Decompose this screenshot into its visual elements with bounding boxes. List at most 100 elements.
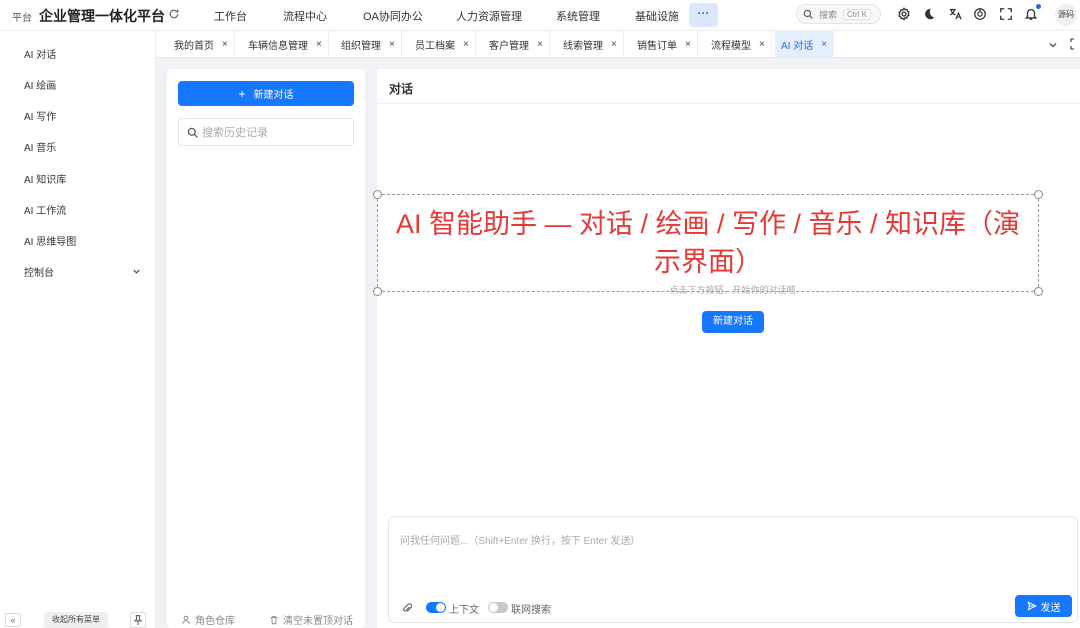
sidebar-item-ai-writing[interactable]: AI 写作 [24, 108, 56, 123]
divider [377, 103, 1080, 104]
send-label: 发送 [1040, 602, 1061, 614]
tab-bar: 我的首页 × 车辆信息管理 × 组织管理 × 员工档案 × 客户管理 × 线索管理 × 销售… [156, 31, 1080, 58]
send-icon [1026, 601, 1037, 611]
tab-employee[interactable]: 员工档案 × [409, 31, 476, 58]
search-icon [803, 9, 813, 19]
toggle-knob [489, 603, 498, 612]
history-search-input[interactable]: 搜索历史记录 [178, 118, 354, 146]
theme-icon[interactable] [973, 7, 987, 21]
nav-workbench[interactable]: 工作台 [214, 8, 247, 24]
sidebar-item-ai-knowledge[interactable]: AI 知识库 [24, 171, 66, 186]
user-icon [182, 615, 190, 624]
resize-handle-top-left[interactable] [373, 190, 382, 199]
nav-oa[interactable]: OA协同办公 [363, 8, 423, 24]
translate-icon[interactable] [948, 7, 962, 21]
context-label: 上下文 [449, 605, 479, 616]
overlay-text-box[interactable]: AI 智能助手 — 对话 / 绘画 / 写作 / 音乐 / 知识库（演示界面） [373, 190, 1043, 296]
resize-handle-bottom-right[interactable] [1034, 287, 1043, 296]
new-conversation-button[interactable]: + 新建对话 [178, 81, 354, 106]
nav-hr[interactable]: 人力资源管理 [456, 8, 522, 24]
nav-more-button[interactable]: ··· [689, 3, 718, 27]
chat-title: 对话 [389, 82, 414, 96]
expand-icon[interactable] [1070, 38, 1080, 50]
tab-ai-chat[interactable]: AI 对话 × [775, 31, 835, 58]
sidebar-item-console[interactable]: 控制台 [24, 264, 54, 279]
resize-handle-top-right[interactable] [1034, 190, 1043, 199]
notification-dot [1036, 4, 1041, 9]
refresh-icon[interactable] [168, 8, 180, 20]
global-search[interactable]: 搜索 Ctrl K [796, 4, 881, 24]
history-search-placeholder: 搜索历史记录 [202, 127, 268, 139]
close-icon[interactable]: × [821, 39, 827, 50]
nav-infrastructure[interactable]: 基础设施 [635, 8, 679, 24]
dark-mode-icon[interactable] [922, 7, 936, 21]
tab-leads[interactable]: 线索管理 × [557, 31, 624, 58]
clear-conversations-label: 清空未置顶对话 [283, 616, 353, 627]
collapse-all-menus-button[interactable]: 收起所有菜单 [44, 612, 108, 628]
tab-sales-order[interactable]: 销售订单 × [631, 31, 698, 58]
toggle-knob [436, 603, 445, 612]
tab-label: 员工档案 [415, 41, 455, 52]
close-icon[interactable]: × [222, 39, 228, 50]
avatar[interactable]: 源码 [1055, 4, 1077, 26]
new-conversation-label: 新建对话 [253, 90, 294, 101]
resize-handle-bottom-left[interactable] [373, 287, 382, 296]
sidebar-item-ai-drawing[interactable]: AI 绘画 [24, 77, 56, 92]
sidebar-item-ai-chat[interactable]: AI 对话 [24, 46, 56, 61]
nav-process-center[interactable]: 流程中心 [283, 8, 327, 24]
web-search-toggle[interactable] [488, 602, 508, 613]
plus-icon: + [238, 86, 246, 101]
role-repository-label: 角色仓库 [195, 616, 235, 627]
tab-label: AI 对话 [781, 41, 814, 52]
trash-icon [270, 615, 278, 624]
close-icon[interactable]: × [463, 39, 469, 50]
sidebar: AI 对话 AI 绘画 AI 写作 AI 音乐 AI 知识库 AI 工作流 AI… [0, 31, 156, 628]
bell-icon[interactable] [1024, 7, 1038, 21]
search-shortcut: Ctrl K [843, 8, 872, 20]
search-icon [187, 127, 198, 138]
chevron-down-icon[interactable] [132, 267, 141, 276]
tab-customer[interactable]: 客户管理 × [483, 31, 550, 58]
close-icon[interactable]: × [316, 39, 322, 50]
tab-label: 组织管理 [341, 41, 381, 52]
role-repository-button[interactable]: 角色仓库 [181, 612, 235, 627]
tab-label: 我的首页 [174, 41, 214, 52]
message-input-placeholder: 问我任何问题...（Shift+Enter 换行，按下 Enter 发送） [400, 536, 641, 547]
pin-icon [133, 615, 143, 626]
tab-home[interactable]: 我的首页 × [168, 31, 235, 58]
sidebar-item-ai-mindmap[interactable]: AI 思维导图 [24, 233, 76, 248]
context-toggle[interactable] [426, 602, 446, 613]
tab-vehicle[interactable]: 车辆信息管理 × [242, 31, 329, 58]
close-icon[interactable]: × [611, 39, 617, 50]
tab-label: 销售订单 [637, 41, 677, 52]
logo-small: 平台 [12, 13, 32, 24]
tab-label: 线索管理 [563, 41, 603, 52]
top-header: 平台 企业管理一体化平台 工作台 流程中心 OA协同办公 人力资源管理 系统管理… [0, 0, 1080, 31]
message-input-box[interactable]: 问我任何问题...（Shift+Enter 换行，按下 Enter 发送） 上下… [388, 516, 1078, 623]
close-icon[interactable]: × [685, 39, 691, 50]
overlay-text: AI 智能助手 — 对话 / 绘画 / 写作 / 音乐 / 知识库（演示界面） [395, 209, 1021, 277]
settings-icon[interactable] [897, 7, 911, 21]
fullscreen-icon[interactable] [999, 7, 1013, 21]
tab-label: 车辆信息管理 [248, 41, 308, 52]
sidebar-item-ai-workflow[interactable]: AI 工作流 [24, 202, 66, 217]
start-conversation-button[interactable]: 新建对话 [702, 311, 764, 333]
tab-label: 客户管理 [489, 41, 529, 52]
close-icon[interactable]: × [389, 39, 395, 50]
attachment-icon[interactable] [402, 602, 412, 614]
clear-conversations-button[interactable]: 清空未置顶对话 [269, 612, 353, 627]
close-icon[interactable]: × [537, 39, 543, 50]
web-search-label: 联网搜索 [511, 605, 551, 616]
send-button[interactable]: 发送 [1015, 595, 1072, 617]
sidebar-item-ai-music[interactable]: AI 音乐 [24, 139, 56, 154]
tab-process-model[interactable]: 流程模型 × [705, 31, 772, 58]
chevron-down-icon[interactable] [1048, 40, 1058, 50]
close-icon[interactable]: × [759, 39, 765, 50]
nav-system[interactable]: 系统管理 [556, 8, 600, 24]
tab-org[interactable]: 组织管理 × [335, 31, 402, 58]
app-title: 企业管理一体化平台 [39, 8, 165, 24]
sidebar-collapse-toggle[interactable]: « [5, 613, 21, 627]
conversation-history-panel: + 新建对话 搜索历史记录 角色仓库 清空未置顶对话 [167, 69, 365, 628]
tab-label: 流程模型 [711, 41, 751, 52]
pin-sidebar-button[interactable] [130, 612, 146, 628]
